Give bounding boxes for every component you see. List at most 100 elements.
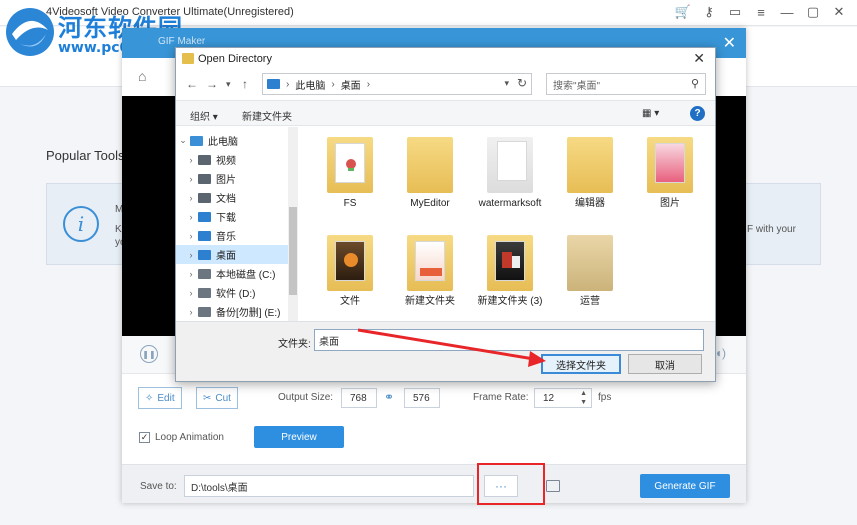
minimize-icon[interactable]: — [777, 2, 797, 22]
file-name: MyEditor [410, 198, 450, 209]
drive-icon [198, 306, 211, 317]
fps-label: fps [598, 392, 612, 403]
nav-item-selected[interactable]: › 桌面 [176, 245, 288, 264]
home-icon[interactable]: ⌂ [138, 68, 146, 84]
back-arrow-icon[interactable]: ← [186, 77, 198, 91]
address-dropdown-icon[interactable]: ▾ [504, 78, 509, 89]
download-icon [198, 211, 211, 222]
nav-item[interactable]: › 软件 (D:) [176, 283, 288, 302]
expand-chevron-icon[interactable]: › [184, 250, 198, 260]
od-title: Open Directory [198, 53, 272, 65]
expand-chevron-icon[interactable]: › [184, 269, 198, 279]
search-input[interactable]: 搜索"桌面" ⚲ [546, 73, 706, 95]
forward-arrow-icon[interactable]: → [206, 77, 218, 91]
up-arrow-icon[interactable]: ↑ [242, 77, 248, 91]
organize-menu[interactable]: 组织 ▾ [190, 108, 218, 123]
expand-chevron-icon[interactable]: › [184, 193, 198, 203]
gif-close-icon[interactable]: ✕ [723, 33, 736, 53]
edit-button[interactable]: ✧ Edit [138, 387, 182, 409]
documents-folder-icon [198, 192, 211, 203]
file-item[interactable]: 运营 [552, 235, 628, 308]
expand-chevron-icon[interactable]: › [184, 307, 198, 317]
folder-icon [487, 137, 533, 193]
info-icon: i [63, 206, 99, 242]
save-to-label: Save to: [140, 481, 177, 492]
frame-rate-value: 12 [543, 392, 555, 404]
nav-item[interactable]: › 视频 [176, 150, 288, 169]
loop-checkbox[interactable]: ✓ [139, 432, 150, 443]
nav-item[interactable]: › 文档 [176, 188, 288, 207]
folder-icon [182, 53, 194, 64]
search-placeholder: 搜索"桌面" [553, 80, 601, 92]
nav-item-label: 软件 (D:) [216, 289, 256, 300]
nav-item[interactable]: › 备份[勿删] (E:) [176, 302, 288, 321]
file-item[interactable]: 编辑器 [552, 137, 628, 210]
frame-rate-input[interactable]: 12 ▲ ▼ [534, 388, 592, 408]
nav-item[interactable]: › 图片 [176, 169, 288, 188]
cart-icon[interactable]: 🛒 [673, 2, 693, 22]
scissors-icon: ✂ [203, 392, 212, 404]
pause-icon[interactable]: ❚❚ [140, 345, 158, 363]
breadcrumb-separator: › [286, 78, 290, 90]
width-input[interactable]: 768 [341, 388, 377, 408]
folder-icon [327, 235, 373, 291]
cancel-button[interactable]: 取消 [628, 354, 702, 374]
nav-item-label: 下载 [216, 213, 236, 224]
new-folder-button[interactable]: 新建文件夹 [242, 108, 292, 123]
nav-scrollbar[interactable] [288, 127, 298, 321]
loop-animation-label: Loop Animation [155, 432, 224, 443]
watermark-logo-icon [6, 8, 54, 56]
nav-scrollbar-thumb[interactable] [289, 207, 297, 295]
nav-item[interactable]: › 音乐 [176, 226, 288, 245]
file-item[interactable]: MyEditor [392, 137, 468, 210]
chat-icon[interactable]: ▭ [725, 2, 745, 22]
expand-chevron-icon[interactable]: › [184, 155, 198, 165]
expand-chevron-icon[interactable]: › [184, 288, 198, 298]
od-close-icon[interactable]: ✕ [693, 50, 705, 67]
spinner-icon[interactable]: ▲ ▼ [580, 389, 587, 407]
search-icon: ⚲ [690, 78, 699, 90]
breadcrumb-item[interactable]: 桌面 [341, 77, 361, 92]
address-bar[interactable]: › 此电脑 › 桌面 › ▾ [262, 73, 532, 95]
breadcrumb-separator: › [366, 78, 371, 90]
volume-icon[interactable]: ◖) [715, 346, 726, 360]
preview-button[interactable]: Preview [254, 426, 344, 448]
menu-icon[interactable]: ≡ [751, 2, 771, 22]
cut-button[interactable]: ✂ Cut [196, 387, 238, 409]
computer-icon [190, 135, 203, 146]
generate-gif-button[interactable]: Generate GIF [640, 474, 730, 498]
nav-item[interactable]: › 下载 [176, 207, 288, 226]
help-icon[interactable]: ? [690, 106, 705, 121]
file-item[interactable]: 新建文件夹 (3) [472, 235, 548, 308]
save-path-input[interactable]: D:\tools\桌面 [184, 475, 474, 497]
navigation-pane: ⌄ 此电脑 › 视频 › 图片 › 文档 › 下载 › 音乐 › 桌面 › 本地… [176, 127, 298, 321]
file-name: watermarksoft [478, 198, 542, 209]
file-name: 运营 [580, 296, 600, 307]
computer-icon [267, 79, 280, 89]
expand-chevron-icon[interactable]: ⌄ [176, 135, 190, 146]
expand-chevron-icon[interactable]: › [184, 174, 198, 184]
folder-icon [647, 137, 693, 193]
file-item[interactable]: FS [312, 137, 388, 210]
maximize-icon[interactable]: ▢ [803, 2, 823, 22]
breadcrumb-item[interactable]: 此电脑 [295, 77, 325, 92]
image-mark-icon [344, 253, 358, 267]
expand-chevron-icon[interactable]: › [184, 212, 198, 222]
close-icon[interactable]: ✕ [829, 2, 849, 22]
refresh-icon[interactable]: ↻ [517, 76, 527, 90]
file-item[interactable]: watermarksoft [472, 137, 548, 210]
view-options-icon[interactable]: ▦ ▾ [642, 108, 659, 119]
key-icon[interactable]: ⚷ [699, 2, 719, 22]
nav-item[interactable]: ⌄ 此电脑 [176, 131, 288, 150]
file-item[interactable]: 文件 [312, 235, 388, 308]
file-item[interactable]: 图片 [632, 137, 708, 210]
pdf-preview-icon [415, 241, 445, 281]
expand-chevron-icon[interactable]: › [184, 231, 198, 241]
height-input[interactable]: 576 [404, 388, 440, 408]
open-folder-icon[interactable] [546, 480, 560, 492]
link-icon[interactable]: ⚭ [384, 390, 394, 404]
file-item[interactable]: 新建文件夹 [392, 235, 468, 308]
document-preview-icon [497, 141, 527, 181]
recent-chevron-icon[interactable]: ▾ [226, 79, 231, 90]
nav-item[interactable]: › 本地磁盘 (C:) [176, 264, 288, 283]
